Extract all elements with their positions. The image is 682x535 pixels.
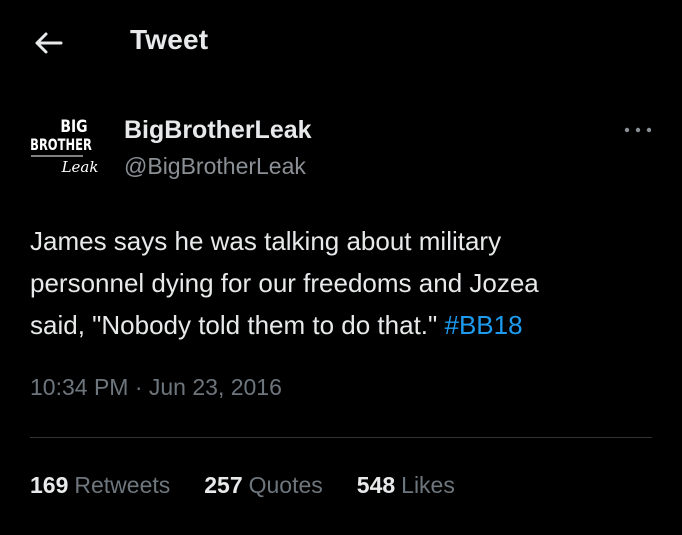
quotes-count: 257 [204,472,243,498]
likes-stat[interactable]: 548 Likes [357,472,455,499]
divider [30,437,652,438]
retweets-count: 169 [30,472,69,498]
retweets-stat[interactable]: 169 Retweets [30,472,170,499]
svg-text:BROTHER: BROTHER [30,136,92,154]
tweet-stats: 169 Retweets 257 Quotes 548 Likes [30,472,455,499]
svg-text:BIG: BIG [60,117,87,137]
tweet-text-line-2: personnel dying for our freedoms and Joz… [30,268,539,298]
user-handle[interactable]: @BigBrotherLeak [124,153,306,180]
tweet-text-line-3: said, "Nobody told them to do that." [30,310,438,340]
quotes-stat[interactable]: 257 Quotes [204,472,323,499]
tweet-text-line-1: James says he was talking about military [30,226,502,256]
more-horizontal-icon [624,127,652,133]
likes-label: Likes [401,472,455,498]
big-brother-leak-logo: BIG BROTHER Leak [30,117,99,176]
back-button[interactable] [28,26,68,60]
tweet-timestamp[interactable]: 10:34 PM · Jun 23, 2016 [30,374,282,401]
svg-text:Leak: Leak [61,158,99,176]
quotes-label: Quotes [248,472,323,498]
tweet-text: James says he was talking about military… [30,220,660,346]
avatar[interactable]: BIG BROTHER Leak [28,112,104,184]
tweet-author: BIG BROTHER Leak BigBrotherLeak @BigBrot… [24,108,664,188]
top-bar: Tweet [0,0,682,90]
retweets-label: Retweets [74,472,171,498]
display-name[interactable]: BigBrotherLeak [124,116,312,145]
arrow-left-icon [35,32,63,54]
page-title: Tweet [130,24,209,55]
likes-count: 548 [356,472,396,498]
hashtag-link[interactable]: #BB18 [445,310,523,340]
more-options-button[interactable] [620,118,656,142]
